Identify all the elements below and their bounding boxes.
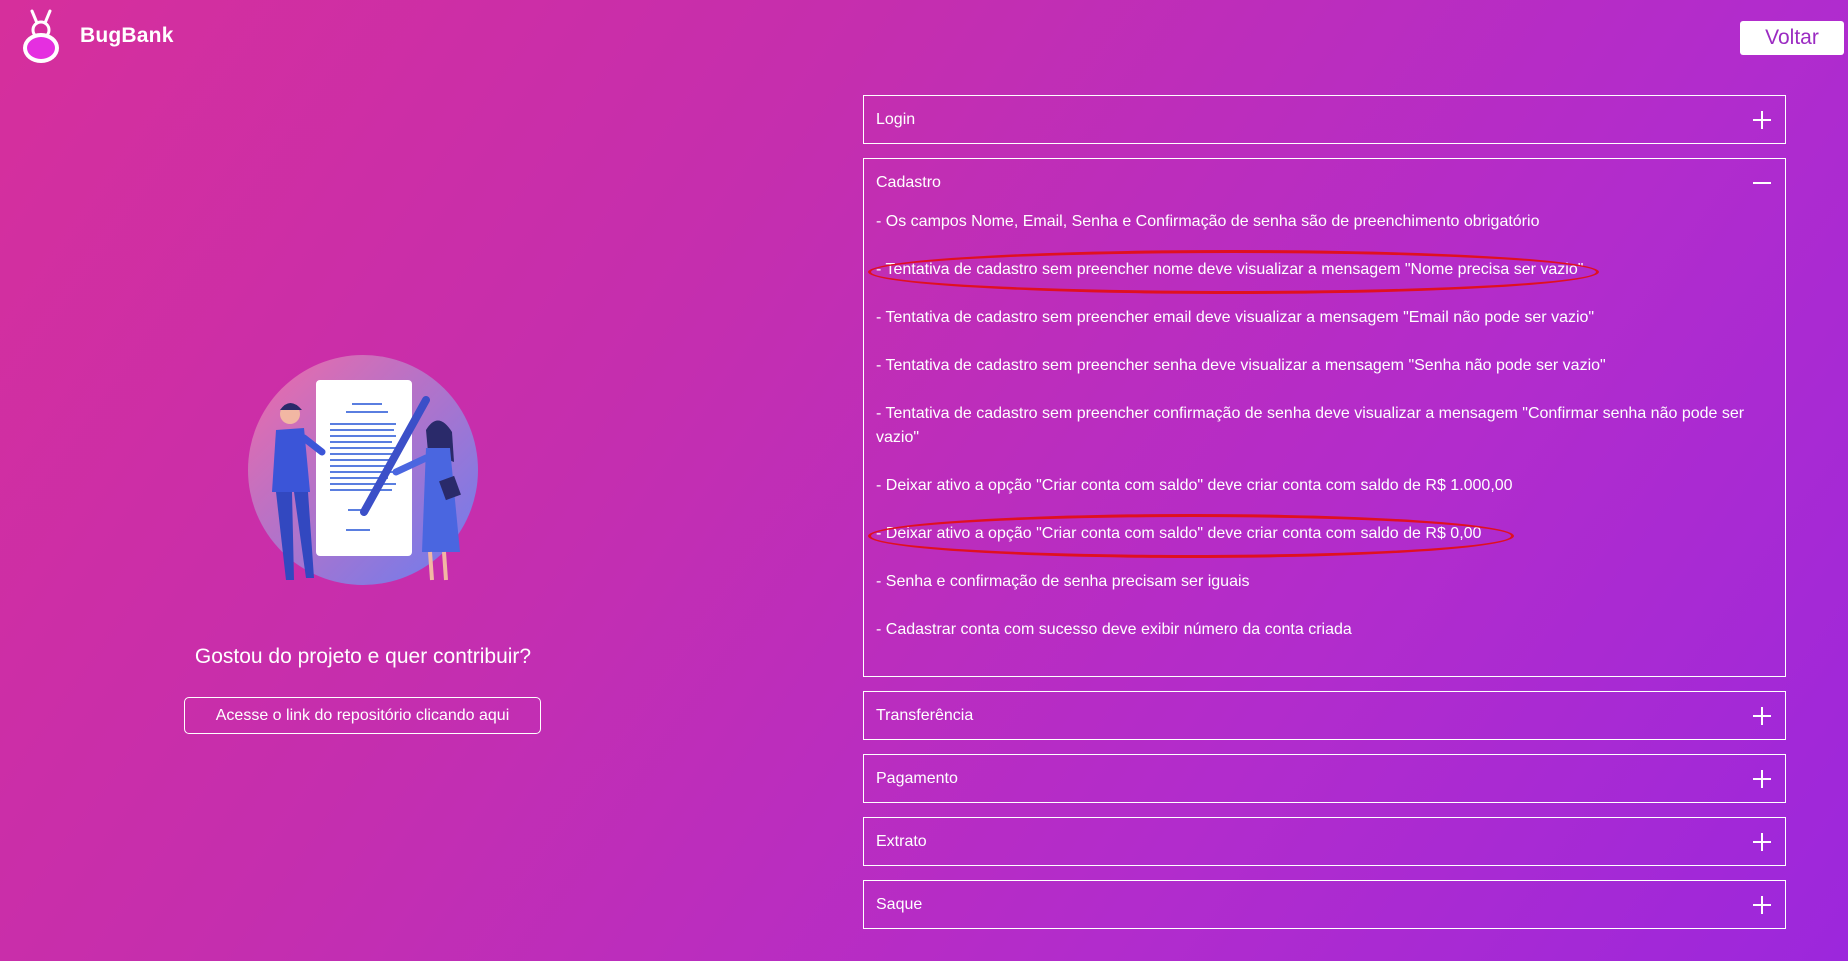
contract-signing-illustration [246,352,486,597]
accordion-item-cadastro: Cadastro - Os campos Nome, Email, Senha … [863,158,1786,677]
bug-icon [23,9,59,63]
accordion-header-extrato[interactable]: Extrato [864,818,1785,865]
plus-icon[interactable] [1753,110,1771,129]
accordion-title: Pagamento [876,769,958,787]
plus-icon[interactable] [1753,706,1771,725]
accordion-item-transferencia: Transferência [863,691,1786,740]
accordion-item-pagamento: Pagamento [863,754,1786,803]
accordion-title: Transferência [876,706,974,724]
accordion-body-cadastro: - Os campos Nome, Email, Senha e Confirm… [864,206,1785,676]
requirements-accordion: Login Cadastro - Os campos Nome, Email, … [863,95,1786,943]
requirement-item: - Cadastrar conta com sucesso deve exibi… [876,621,1352,638]
accordion-header-saque[interactable]: Saque [864,881,1785,928]
back-button[interactable]: Voltar [1740,21,1844,55]
requirement-item: - Os campos Nome, Email, Senha e Confirm… [876,213,1540,230]
accordion-header-cadastro[interactable]: Cadastro [864,159,1785,206]
requirement-item-highlighted: - Deixar ativo a opção "Criar conta com … [868,514,1749,558]
plus-icon[interactable] [1753,832,1771,851]
requirement-item: - Senha e confirmação de senha precisam … [876,573,1250,590]
plus-icon[interactable] [1753,769,1771,788]
requirement-item: - Deixar ativo a opção "Criar conta com … [876,477,1513,494]
accordion-item-login: Login [863,95,1786,144]
plus-icon[interactable] [1753,895,1771,914]
accordion-title: Saque [876,895,923,913]
accordion-title: Extrato [876,832,927,850]
accordion-header-transferencia[interactable]: Transferência [864,692,1785,739]
accordion-item-saque: Saque [863,880,1786,929]
accordion-title: Login [876,110,916,128]
accordion-title: Cadastro [876,173,941,191]
minus-icon[interactable] [1753,174,1771,192]
requirement-item: - Tentativa de cadastro sem preencher em… [876,309,1595,326]
accordion-header-login[interactable]: Login [864,96,1785,143]
accordion-header-pagamento[interactable]: Pagamento [864,755,1785,802]
repository-link-button[interactable]: Acesse o link do repositório clicando aq… [184,697,541,734]
requirement-item: - Tentativa de cadastro sem preencher co… [876,405,1745,446]
logo-text: BugBank [80,24,174,47]
accordion-item-extrato: Extrato [863,817,1786,866]
contribute-text: Gostou do projeto e quer contribuir? [194,645,532,668]
requirement-item: - Tentativa de cadastro sem preencher se… [876,357,1606,374]
bugbank-logo[interactable]: BugBank [20,8,174,64]
requirement-item-highlighted: - Tentativa de cadastro sem preencher no… [868,250,1749,294]
